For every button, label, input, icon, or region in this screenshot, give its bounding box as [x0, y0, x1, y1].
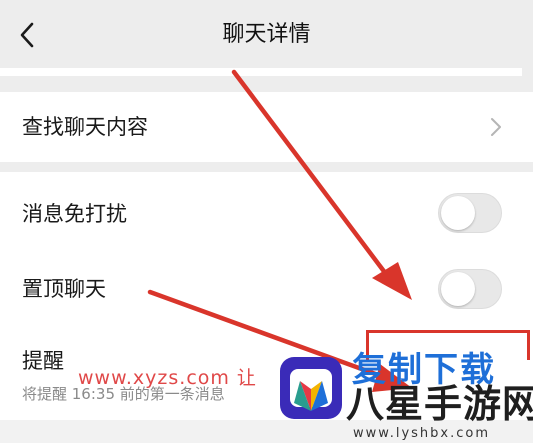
watermark-brand-name: 八星手游网 [346, 382, 533, 426]
mute-notifications-label: 消息免打扰 [22, 202, 127, 226]
reminder-label: 提醒 [22, 349, 64, 373]
pin-chat-label: 置顶聊天 [22, 277, 106, 301]
watermark-url: www.xyzs.com 让 [78, 367, 257, 389]
page-title: 聊天详情 [222, 22, 311, 47]
search-chat-content-label: 查找聊天内容 [22, 115, 148, 139]
mute-notifications-toggle[interactable] [438, 193, 502, 233]
toggle-knob [441, 272, 475, 306]
pin-chat-toggle[interactable] [438, 269, 502, 309]
brand-logo-icon [280, 357, 342, 419]
chevron-right-icon [491, 118, 501, 136]
nav-bar: 聊天详情 [0, 0, 533, 68]
toggle-knob [441, 196, 475, 230]
search-chat-content-row[interactable]: 查找聊天内容 [0, 92, 533, 162]
previous-card-edge [0, 68, 533, 82]
watermark-brand-url: www.lyshbx.com [353, 426, 490, 441]
